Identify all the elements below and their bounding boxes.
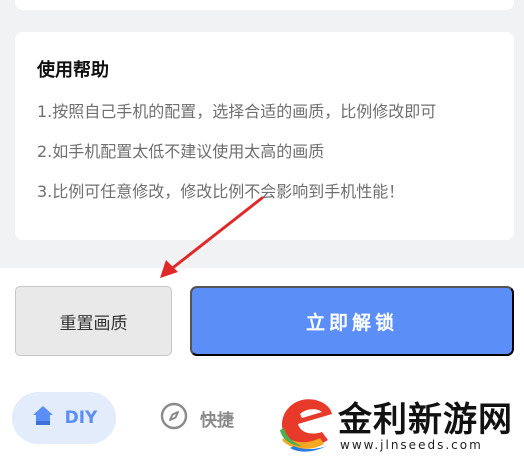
tab-diy[interactable]: DIY xyxy=(12,392,116,444)
help-line-3: 3.比例可任意修改，修改比例不会影响到手机性能！ xyxy=(37,182,405,201)
tab-quick[interactable]: 快捷 xyxy=(160,392,234,444)
reset-quality-button[interactable]: 重置画质 xyxy=(15,286,172,356)
tab-diy-label: DIY xyxy=(64,408,98,428)
app-screen: 使用帮助 1.按照自己手机的配置，选择合适的画质，比例修改即可 2.如手机配置太… xyxy=(0,0,524,458)
top-card xyxy=(15,0,514,10)
help-card: 使用帮助 1.按照自己手机的配置，选择合适的画质，比例修改即可 2.如手机配置太… xyxy=(15,32,514,240)
watermark-logo-icon xyxy=(280,399,332,452)
compass-icon xyxy=(160,402,188,434)
watermark-name: 金利新游网 xyxy=(338,400,513,440)
home-icon xyxy=(31,404,55,432)
action-area: 重置画质 立即解锁 xyxy=(0,268,524,372)
watermark-url: www.jlnseeds.com xyxy=(340,438,483,452)
help-line-1: 1.按照自己手机的配置，选择合适的画质，比例修改即可 xyxy=(37,102,437,121)
unlock-button[interactable]: 立即解锁 xyxy=(190,286,514,356)
tab-quick-label: 快捷 xyxy=(200,410,234,431)
help-line-2: 2.如手机配置太低不建议使用太高的画质 xyxy=(37,142,325,161)
help-title: 使用帮助 xyxy=(37,60,109,81)
site-watermark: 金利新游网 www.jlnseeds.com xyxy=(276,386,520,458)
